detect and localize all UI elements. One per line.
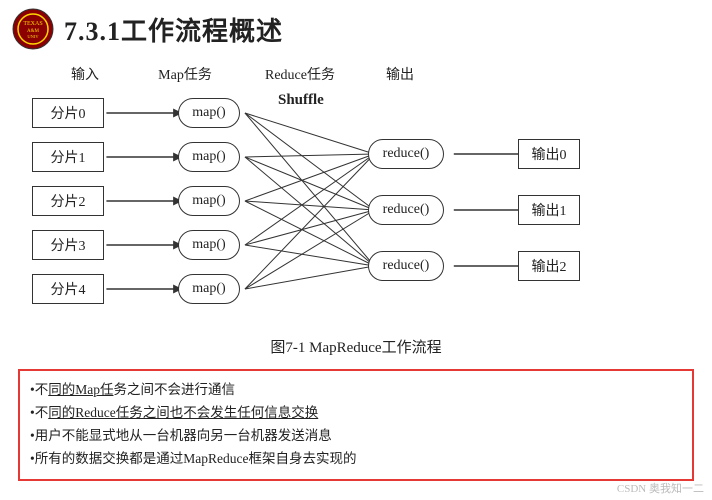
frag-2-box: 分片2 — [32, 186, 104, 216]
watermark: CSDN 奥我知一二 — [617, 480, 704, 496]
note-4: •所有的数据交换都是通过MapReduce框架自身去实现的 — [30, 448, 682, 471]
header: TEXAS A&M UNIV 7.3.1工作流程概述 — [0, 0, 712, 58]
diagram-caption: 图7-1 MapReduce工作流程 — [30, 336, 682, 357]
out-1-box: 输出1 — [518, 195, 580, 225]
reduce-2-box: reduce() — [368, 251, 444, 281]
frag-3-box: 分片3 — [32, 230, 104, 260]
map-1-box: map() — [178, 142, 240, 172]
map-3-box: map() — [178, 230, 240, 260]
reduce-0-box: reduce() — [368, 139, 444, 169]
map-col-header: Map任务 — [130, 64, 240, 84]
svg-text:UNIV: UNIV — [27, 34, 39, 39]
diagram-section: 输入 Map任务 Reduce任务 输出 — [0, 58, 712, 369]
note-1: •不同的Map任务之间不会进行通信 — [30, 379, 682, 402]
reduce-col-header: Reduce任务 — [240, 64, 360, 84]
input-col-header: 输入 — [40, 64, 130, 84]
svg-text:TEXAS: TEXAS — [23, 21, 42, 27]
diagram-arrows — [30, 92, 682, 332]
map-4-box: map() — [178, 274, 240, 304]
note-2: •不同的Reduce任务之间也不会发生任何信息交换 — [30, 402, 682, 425]
frag-0-box: 分片0 — [32, 98, 104, 128]
page-title: 7.3.1工作流程概述 — [64, 11, 283, 48]
reduce-1-box: reduce() — [368, 195, 444, 225]
note-3: •用户不能显式地从一台机器向另一台机器发送消息 — [30, 425, 682, 448]
diagram-container: 分片0 分片1 分片2 分片3 分片4 map() map() map() ma… — [30, 92, 682, 332]
frag-1-box: 分片1 — [32, 142, 104, 172]
frag-4-box: 分片4 — [32, 274, 104, 304]
shuffle-label: Shuffle — [278, 92, 324, 109]
out-0-box: 输出0 — [518, 139, 580, 169]
map-0-box: map() — [178, 98, 240, 128]
out-2-box: 输出2 — [518, 251, 580, 281]
column-headers: 输入 Map任务 Reduce任务 输出 — [30, 64, 682, 84]
university-logo-icon: TEXAS A&M UNIV — [12, 8, 54, 50]
map-2-box: map() — [178, 186, 240, 216]
notes-section: •不同的Map任务之间不会进行通信 •不同的Reduce任务之间也不会发生任何信… — [18, 369, 694, 481]
output-col-header: 输出 — [360, 64, 440, 84]
